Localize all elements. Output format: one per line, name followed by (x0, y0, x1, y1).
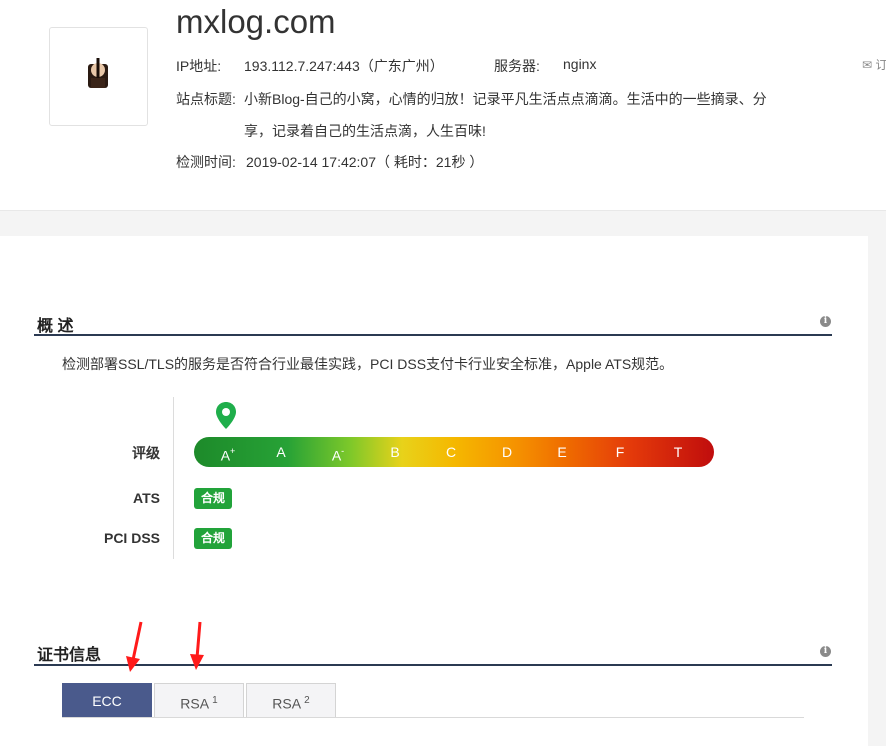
tabs-baseline (62, 717, 804, 718)
grade-letter: C (445, 444, 457, 460)
grade-letter: D (501, 444, 513, 460)
certificate-divider (34, 664, 832, 666)
ip-label: IP地址: (176, 58, 222, 74)
grade-marker-icon (216, 402, 236, 429)
tab-rsa-1[interactable]: RSA 1 (154, 683, 244, 717)
grade-label: 评级 (132, 445, 160, 461)
grade-letter: T (673, 444, 683, 460)
site-title-line2: 享，记录着自己的生活点滴，人生百味! (244, 123, 486, 139)
pci-dss-label: PCI DSS (103, 530, 160, 546)
grade-letter: A (331, 447, 342, 464)
overview-description: 检测部署SSL/TLS的服务是否符合行业最佳实践，PCI DSS支付卡行业安全标… (62, 356, 674, 372)
tab-ecc-label: ECC (92, 693, 122, 709)
annotation-arrow-icon (126, 621, 143, 672)
site-title-label: 站点标题: (176, 91, 236, 107)
grade-letter: E (557, 444, 567, 460)
grade-letter: A (220, 447, 231, 464)
grade-3: A- (323, 437, 353, 467)
rating-divider (173, 397, 174, 559)
pci-dss-compliant-badge: 合规 (194, 528, 232, 549)
grade-6: D (492, 437, 522, 467)
check-time-value: 2019-02-14 17:42:07（ 耗时：21秒 ） (246, 154, 484, 170)
site-header: mxlog.com IP地址: 193.112.7.247:443（广东广州） … (0, 0, 886, 211)
tab-rsa-2-label: RSA (272, 695, 301, 712)
site-title-line1: 小新Blog-自己的小窝，心情的归放！记录平凡生活点点滴滴。生活中的一些摘录、分 (244, 91, 767, 107)
annotation-arrow-icon (190, 621, 204, 670)
grade-1: A+ (213, 437, 243, 467)
grade-7: E (547, 437, 577, 467)
mail-icon: ✉ (862, 58, 873, 72)
grade-scale: A+ A A- B C D E F T (194, 437, 714, 467)
grade-modifier: + (230, 446, 236, 456)
ip-value: 193.112.7.247:443（广东广州） (244, 58, 444, 74)
subscribe-link[interactable]: ✉ 订 (862, 56, 886, 73)
grade-letter: B (390, 444, 400, 460)
site-favicon (49, 27, 148, 126)
tab-rsa-2[interactable]: RSA 2 (246, 683, 336, 717)
site-logo-icon (88, 58, 108, 88)
server-label: 服务器: (494, 58, 540, 74)
overview-info-icon[interactable]: i (820, 316, 831, 327)
certificate-title: 证书信息 (37, 647, 102, 664)
ats-label: ATS (133, 490, 160, 506)
domain-title: mxlog.com (176, 3, 336, 40)
tab-ecc[interactable]: ECC (62, 683, 152, 717)
check-time-label: 检测时间: (176, 154, 236, 170)
tab-rsa-2-sup: 2 (304, 695, 310, 706)
grade-4: B (380, 437, 410, 467)
grade-modifier: - (341, 446, 345, 456)
tab-rsa-1-sup: 1 (212, 695, 218, 706)
grade-letter: F (615, 444, 625, 460)
grade-2: A (266, 437, 296, 467)
overview-title: 概 述 (37, 318, 74, 335)
grade-letter: A (276, 444, 286, 460)
grade-9: T (663, 437, 693, 467)
grade-8: F (605, 437, 635, 467)
certificate-info-icon[interactable]: i (820, 646, 831, 657)
grade-5: C (436, 437, 466, 467)
ats-compliant-badge: 合规 (194, 488, 232, 509)
tab-rsa-1-label: RSA (180, 695, 209, 712)
overview-divider (34, 334, 832, 336)
server-value: nginx (563, 56, 597, 72)
subscribe-label: 订 (875, 58, 886, 72)
